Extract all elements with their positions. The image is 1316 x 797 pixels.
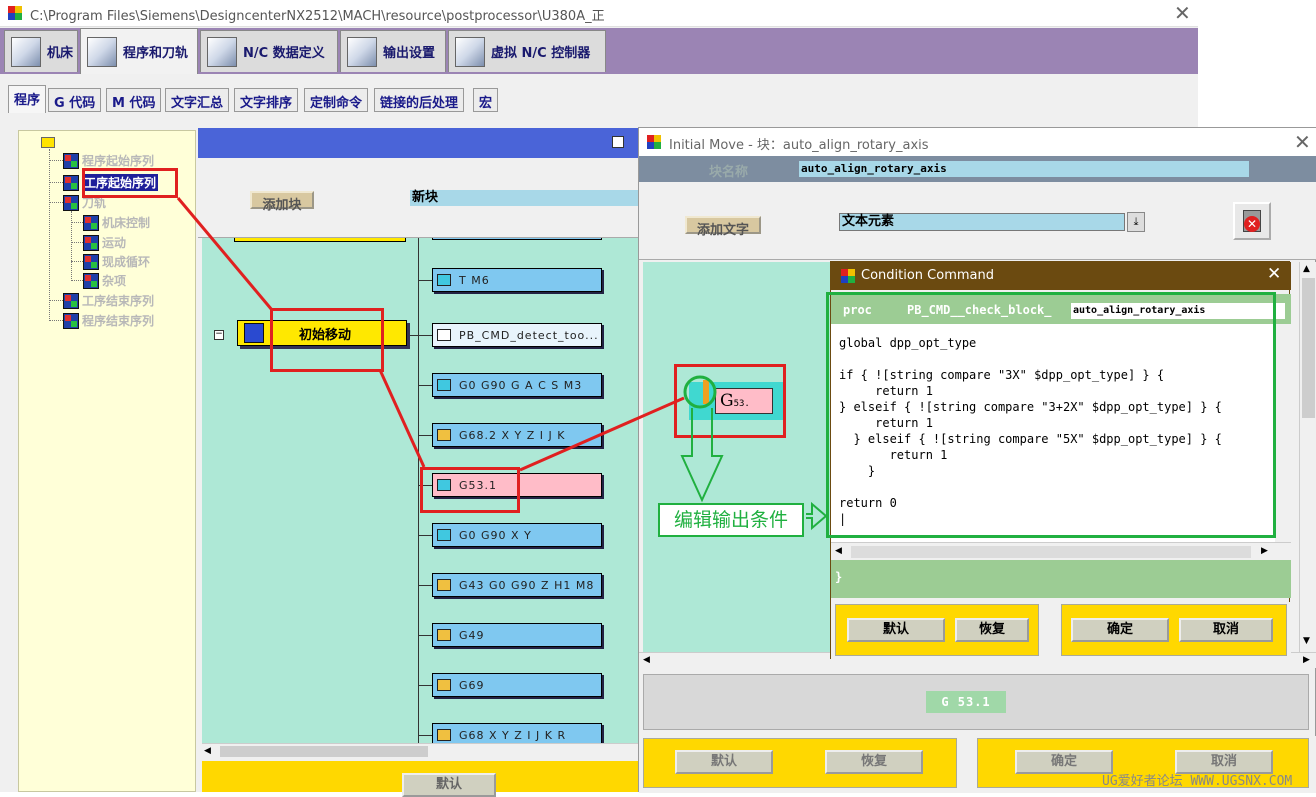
watermark: UG爱好者论坛 WWW.UGSNX.COM xyxy=(1102,774,1293,789)
annotation-label: 编辑输出条件 xyxy=(658,503,804,537)
annotation-overlay xyxy=(176,197,828,531)
